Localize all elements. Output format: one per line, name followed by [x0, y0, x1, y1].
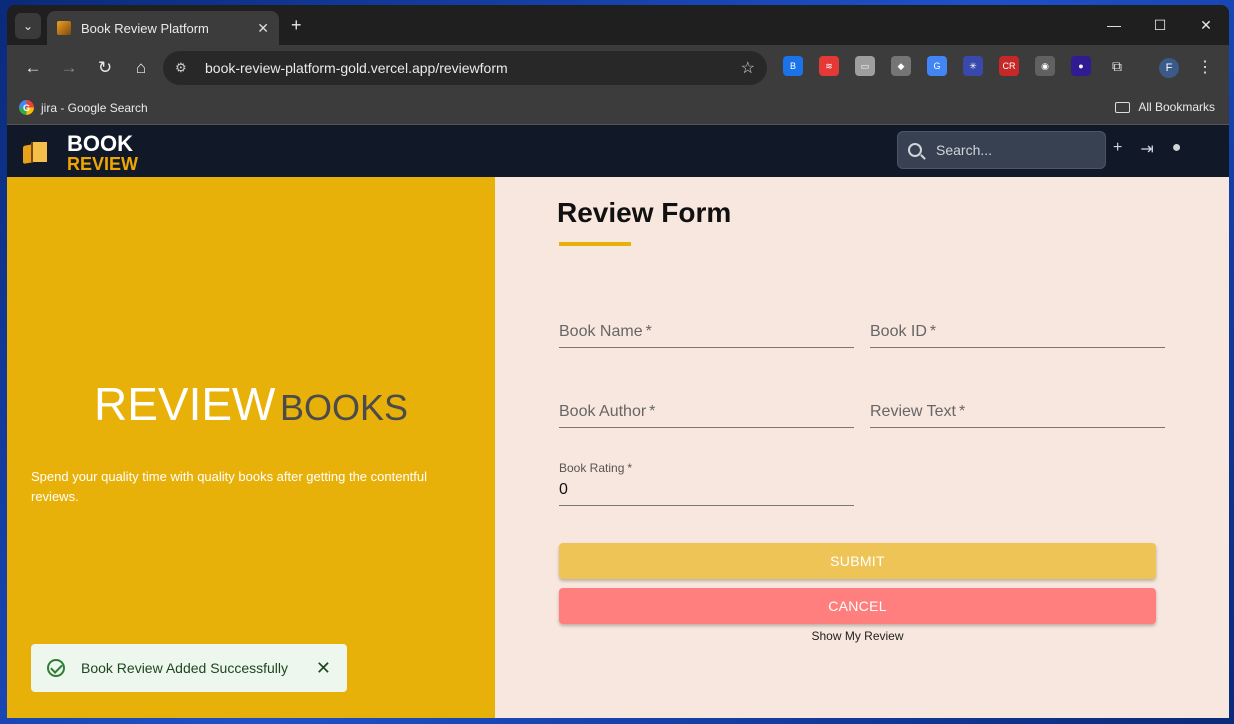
page-title: Review Form	[557, 197, 732, 228]
book-author-field[interactable]: Book Author *	[559, 403, 854, 428]
book-author-label: Book Author	[559, 403, 647, 420]
ext-red-icon[interactable]: ≋	[819, 56, 839, 76]
site-settings-icon[interactable]: ⚙	[175, 60, 191, 76]
review-text-field[interactable]: Review Text *	[870, 403, 1165, 428]
bookmark-jira[interactable]: jira - Google Search	[41, 101, 148, 115]
book-rating-field[interactable]: Book Rating * 0	[559, 461, 854, 506]
hero-tagline: Spend your quality time with quality boo…	[31, 469, 428, 504]
close-window-icon[interactable]: ✕	[1183, 5, 1229, 45]
browser-window: ⌄ Book Review Platform ✕ + — ☐ ✕ ← → ↻ ⌂…	[7, 5, 1229, 718]
home-icon[interactable]: ⌂	[123, 50, 159, 86]
tab-search-button[interactable]: ⌄	[15, 13, 41, 39]
cancel-button[interactable]: CANCEL	[559, 588, 1156, 624]
logout-icon[interactable]: ⇥	[1140, 139, 1153, 159]
bookmark-star-icon[interactable]: ☆	[741, 58, 755, 78]
ext-star-icon[interactable]: ✳	[963, 56, 983, 76]
app-header: BOOK REVIEW Search... + ⇥ ●	[7, 125, 1229, 177]
ext-globe-icon[interactable]: ◉	[1035, 56, 1055, 76]
hero-panel: REVIEW BOOKS Spend your quality time wit…	[7, 177, 495, 718]
app-logo[interactable]: BOOK REVIEW	[19, 133, 138, 173]
book-logo-icon	[19, 138, 53, 168]
ext-blue-icon[interactable]: B	[783, 56, 803, 76]
minimize-icon[interactable]: —	[1091, 5, 1137, 45]
extensions-bar: B ≋ ▭ ◆ G ✳ CR ◉ ● ⧉	[783, 56, 1127, 76]
search-icon	[908, 143, 922, 157]
hero-heading: REVIEW BOOKS	[7, 377, 495, 431]
show-my-review-link[interactable]: Show My Review	[559, 629, 1156, 643]
all-bookmarks-button[interactable]: All Bookmarks	[1115, 100, 1215, 114]
ext-translate-icon[interactable]: G	[927, 56, 947, 76]
required-mark: *	[958, 403, 966, 420]
success-toast: Book Review Added Successfully ✕	[31, 644, 347, 692]
required-mark: *	[649, 403, 656, 420]
form-panel: Review Form Book Name * Book ID * Book Aut…	[495, 177, 1229, 718]
check-circle-icon	[47, 659, 65, 677]
title-underline	[559, 242, 631, 246]
url-text[interactable]: book-review-platform-gold.vercel.app/rev…	[205, 60, 741, 76]
required-mark: *	[929, 323, 937, 340]
header-actions: + ⇥ ●	[1113, 139, 1181, 159]
all-bookmarks-label: All Bookmarks	[1138, 100, 1215, 114]
menu-dots-icon[interactable]: ⋮	[1197, 57, 1213, 77]
ext-cr-icon[interactable]: CR	[999, 56, 1019, 76]
review-text-label: Review Text	[870, 403, 956, 420]
page-content: REVIEW BOOKS Spend your quality time wit…	[7, 177, 1229, 718]
ext-window-icon[interactable]: ▭	[855, 56, 875, 76]
book-name-label: Book Name	[559, 323, 643, 340]
maximize-icon[interactable]: ☐	[1137, 5, 1183, 45]
reload-icon[interactable]: ↻	[87, 50, 123, 86]
bookmarks-bar: G jira - Google Search All Bookmarks	[7, 91, 1229, 125]
book-id-field[interactable]: Book ID *	[870, 323, 1165, 348]
browser-toolbar: ← → ↻ ⌂ ⚙ book-review-platform-gold.verc…	[7, 45, 1229, 91]
tab-book-review[interactable]: Book Review Platform ✕	[47, 11, 279, 45]
book-id-label: Book ID	[870, 323, 927, 340]
back-arrow-icon[interactable]: ←	[15, 50, 51, 86]
new-tab-button[interactable]: +	[291, 15, 302, 36]
required-mark: *	[645, 323, 652, 340]
extensions-puzzle-icon[interactable]: ⧉	[1107, 56, 1127, 76]
hero-word-books: BOOKS	[279, 387, 408, 428]
book-name-field[interactable]: Book Name *	[559, 323, 854, 348]
submit-button[interactable]: SUBMIT	[559, 543, 1156, 579]
google-icon: G	[19, 100, 34, 115]
folder-icon	[1115, 101, 1131, 113]
required-mark: *	[627, 461, 633, 475]
ext-dark-icon[interactable]: ●	[1071, 56, 1091, 76]
profile-avatar[interactable]: F	[1159, 58, 1179, 78]
book-rating-label: Book Rating	[559, 461, 625, 475]
logo-text-review: REVIEW	[67, 154, 139, 174]
chevron-down-icon: ⌄	[22, 19, 34, 33]
search-input[interactable]: Search...	[897, 131, 1106, 169]
book-favicon-icon	[57, 21, 71, 35]
logo-text-book: BOOK	[67, 131, 133, 156]
address-bar[interactable]: ⚙ book-review-platform-gold.vercel.app/r…	[163, 51, 767, 85]
toast-message: Book Review Added Successfully	[81, 660, 288, 676]
close-icon[interactable]: ✕	[316, 658, 331, 679]
ext-eraser-icon[interactable]: ◆	[891, 56, 911, 76]
book-rating-value[interactable]: 0	[559, 481, 854, 499]
close-tab-icon[interactable]: ✕	[257, 20, 269, 37]
hero-word-review: REVIEW	[94, 378, 276, 430]
forward-arrow-icon[interactable]: →	[51, 50, 87, 86]
search-placeholder: Search...	[936, 142, 993, 158]
user-icon[interactable]: ●	[1172, 139, 1182, 159]
tab-title: Book Review Platform	[81, 20, 209, 36]
tab-strip: ⌄ Book Review Platform ✕ + — ☐ ✕	[7, 5, 1229, 45]
window-controls: — ☐ ✕	[1091, 5, 1229, 45]
add-icon[interactable]: +	[1113, 139, 1122, 159]
